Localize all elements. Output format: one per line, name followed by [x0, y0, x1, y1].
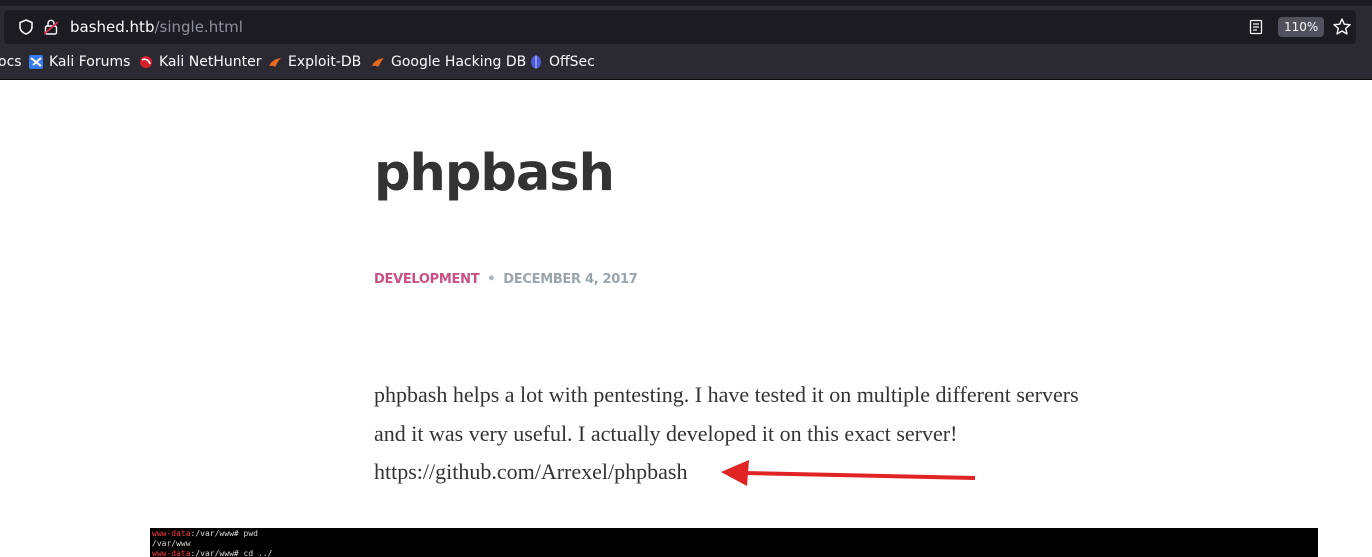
url-text[interactable]: bashed.htb/single.html [70, 18, 243, 36]
meta-separator: • [487, 272, 496, 287]
kali-forums-icon [29, 55, 43, 69]
body-line: and it was very useful. I actually devel… [374, 420, 958, 446]
terminal-line: www-data:/var/www# cd ../ [152, 549, 1316, 557]
terminal-text: :/var/www# pwd [190, 529, 258, 538]
bookmarks-toolbar: ocs Kali Forums Kali NetHunter Exploit-D… [0, 48, 1372, 80]
body-line: phpbash helps a lot with pentesting. I h… [374, 382, 1079, 407]
bookmark-label: OffSec [549, 54, 595, 70]
url-path: /single.html [154, 18, 243, 36]
post-date: DECEMBER 4, 2017 [503, 272, 638, 287]
bookmark-label: Exploit-DB [288, 54, 362, 70]
terminal-line: www-data:/var/www# pwd [152, 529, 1316, 539]
bookmark-docs-partial[interactable]: ocs [0, 54, 22, 70]
url-host: bashed.htb [70, 18, 155, 36]
offsec-icon [531, 55, 541, 69]
ghdb-icon [372, 58, 384, 67]
terminal-text: :/var/www# cd ../ [190, 549, 273, 557]
terminal-user: www-data [152, 529, 191, 538]
bookmark-exploit-db[interactable]: Exploit-DB [268, 54, 361, 70]
post-title: phpbash [374, 144, 615, 203]
page-scrollbar[interactable] [1358, 80, 1372, 557]
bookmark-offsec[interactable]: OffSec [529, 54, 595, 70]
terminal-text: /var/www [152, 539, 191, 548]
bookmark-label: Google Hacking DB [391, 54, 527, 70]
terminal-user: www-data [152, 549, 191, 557]
bookmark-label: Kali NetHunter [159, 54, 262, 70]
post-meta: DEVELOPMENT • DECEMBER 4, 2017 [374, 272, 638, 287]
bookmark-star-icon[interactable] [1332, 17, 1352, 37]
terminal-line: /var/www [152, 539, 1316, 549]
zoom-level-button[interactable]: 110% [1278, 17, 1325, 37]
exploit-db-icon [269, 58, 281, 67]
bookmark-kali-nethunter[interactable]: Kali NetHunter [139, 54, 261, 70]
red-annotation-arrow-icon [721, 460, 976, 486]
bookmark-label: ocs [0, 54, 22, 70]
post-category-link[interactable]: DEVELOPMENT [374, 272, 480, 287]
tracking-protection-shield-icon[interactable] [18, 19, 34, 35]
bookmark-google-hacking-db[interactable]: Google Hacking DB [371, 54, 526, 70]
insecure-lock-icon[interactable] [44, 19, 58, 35]
terminal-screenshot: www-data:/var/www# pwd /var/www www-data… [150, 528, 1318, 557]
kali-nethunter-icon [140, 56, 152, 68]
bookmark-kali-forums[interactable]: Kali Forums [29, 54, 130, 70]
address-bar[interactable]: bashed.htb/single.html 110% [4, 10, 1356, 44]
reader-view-icon[interactable] [1248, 19, 1264, 35]
navigation-toolbar: bashed.htb/single.html 110% [0, 6, 1372, 48]
bookmark-label: Kali Forums [49, 54, 131, 70]
